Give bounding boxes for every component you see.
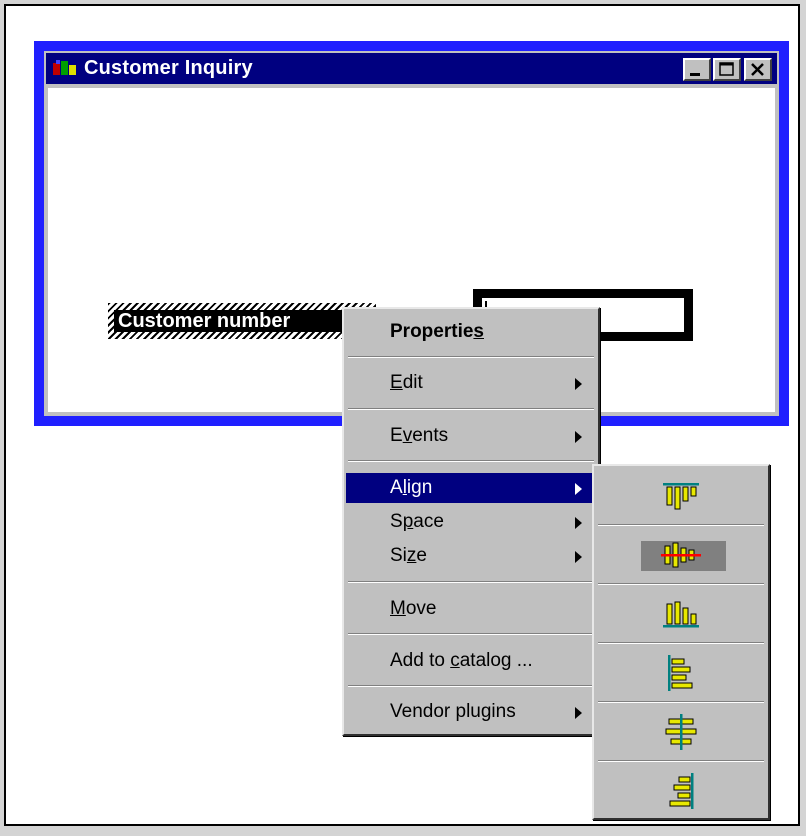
align-bottom-icon <box>663 601 699 628</box>
align-right-button[interactable] <box>596 763 766 819</box>
window-title: Customer Inquiry <box>84 57 253 79</box>
menu-separator <box>348 581 594 583</box>
submenu-arrow-icon <box>575 517 582 529</box>
align-middle-button[interactable] <box>596 527 766 583</box>
menu-item-label: Vendor plugins <box>390 701 516 722</box>
screen-canvas: Customer Inquiry Customer number Propert… <box>4 4 800 826</box>
menu-item-move[interactable]: Move <box>346 594 596 624</box>
submenu-separator <box>598 642 764 644</box>
submenu-separator <box>598 524 764 526</box>
menu-item-size[interactable]: Size <box>346 541 596 571</box>
close-button[interactable] <box>744 58 772 81</box>
align-top-icon <box>663 483 699 510</box>
align-center-vertical-icon <box>665 714 697 750</box>
menu-item-space[interactable]: Space <box>346 507 596 537</box>
customer-number-label-selected[interactable]: Customer number <box>108 303 376 339</box>
submenu-arrow-icon <box>575 378 582 390</box>
context-menu: Properties Edit Events Align Space Size … <box>342 307 600 736</box>
menu-item-vendor-plugins[interactable]: Vendor plugins <box>346 697 596 727</box>
menu-separator <box>348 633 594 635</box>
minimize-button[interactable] <box>683 58 711 81</box>
minimize-icon <box>690 73 700 76</box>
title-bar[interactable]: Customer Inquiry <box>46 53 777 84</box>
menu-item-mnemonic: p <box>402 511 414 532</box>
align-right-icon <box>669 773 694 809</box>
menu-separator <box>348 408 594 410</box>
menu-item-mnemonic: s <box>473 321 484 342</box>
menu-item-edit[interactable]: Edit <box>346 368 596 398</box>
menu-item-mnemonic: z <box>406 545 417 566</box>
maximize-icon <box>719 62 734 76</box>
submenu-separator <box>598 760 764 762</box>
menu-item-label: S <box>390 511 403 532</box>
menu-item-label: E <box>390 425 403 446</box>
menu-item-label: Add to <box>390 650 451 671</box>
menu-item-label: Si <box>390 545 407 566</box>
menu-separator <box>348 685 594 687</box>
align-left-button[interactable] <box>596 645 766 701</box>
submenu-arrow-icon <box>575 551 582 563</box>
submenu-arrow-icon <box>575 483 582 495</box>
customer-number-label: Customer number <box>114 310 356 332</box>
menu-item-label: ace <box>413 511 444 532</box>
menu-item-label: atalog ... <box>459 650 533 671</box>
menu-item-mnemonic: M <box>390 598 406 619</box>
menu-item-label: ign <box>406 477 433 498</box>
menu-item-mnemonic: c <box>450 650 460 671</box>
menu-item-events[interactable]: Events <box>346 421 596 451</box>
close-icon <box>751 63 764 76</box>
app-icon <box>53 60 76 75</box>
menu-separator <box>348 356 594 358</box>
submenu-separator <box>598 583 764 585</box>
menu-separator <box>348 460 594 462</box>
submenu-separator <box>598 701 764 703</box>
menu-item-label: e <box>416 545 427 566</box>
align-middle-horizontal-icon <box>661 542 701 568</box>
align-left-icon <box>668 655 693 691</box>
menu-item-mnemonic: v <box>402 425 413 446</box>
align-submenu <box>592 464 770 820</box>
menu-item-label: A <box>390 477 403 498</box>
align-top-button[interactable] <box>596 468 766 524</box>
maximize-button[interactable] <box>713 58 741 81</box>
menu-item-add-to-catalog[interactable]: Add to catalog ... <box>346 646 596 676</box>
menu-item-label: dit <box>402 372 423 393</box>
menu-item-mnemonic: E <box>390 372 403 393</box>
menu-item-label: ents <box>412 425 449 446</box>
align-center-button[interactable] <box>596 704 766 760</box>
menu-item-properties[interactable]: Properties <box>346 317 596 347</box>
menu-item-align[interactable]: Align <box>346 473 596 503</box>
submenu-arrow-icon <box>575 431 582 443</box>
menu-item-label: ove <box>405 598 437 619</box>
submenu-arrow-icon <box>575 707 582 719</box>
align-bottom-button[interactable] <box>596 586 766 642</box>
menu-item-label: Propertie <box>390 321 474 342</box>
